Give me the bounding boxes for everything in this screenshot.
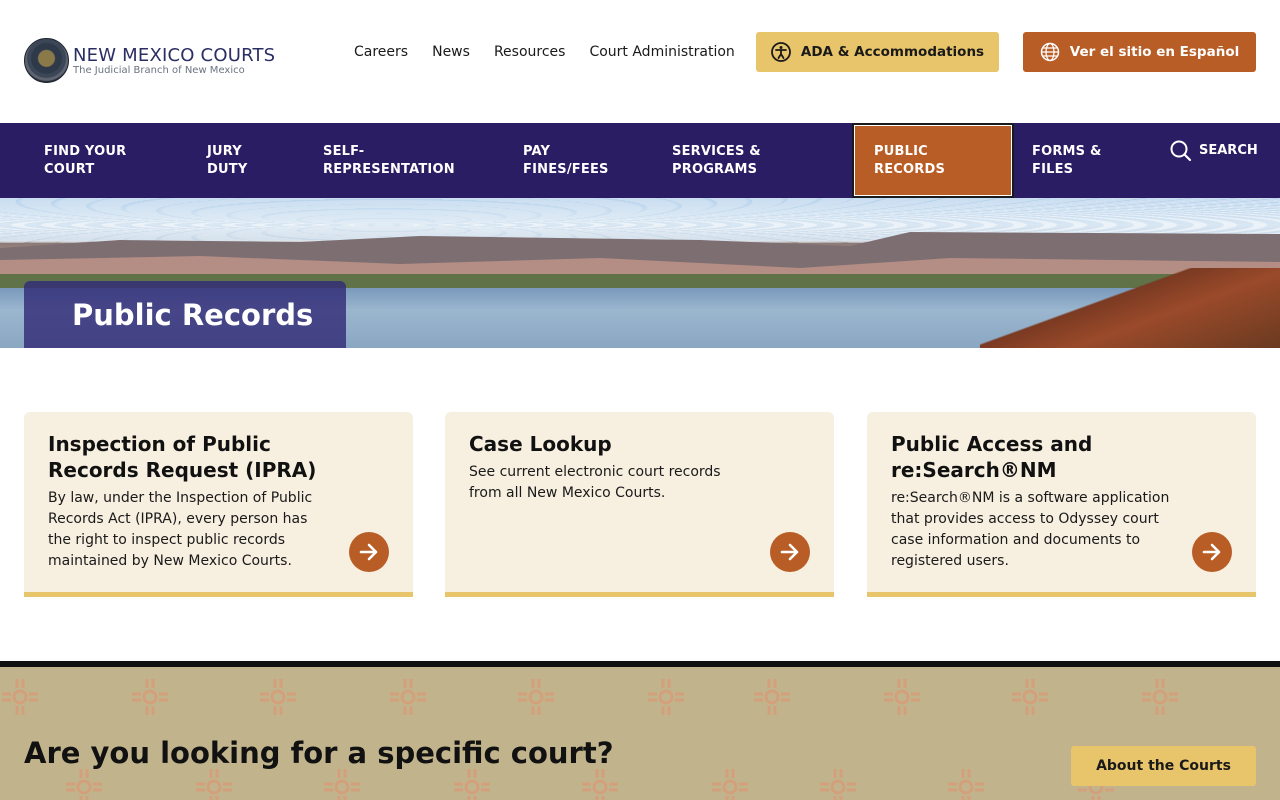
about-the-courts-button[interactable]: About the Courts — [1071, 746, 1256, 786]
nav-label-line2: DUTY — [207, 161, 248, 177]
card-description: By law, under the Inspection of Public R… — [48, 490, 313, 569]
card-title: Public Access and re:Search®NM — [891, 432, 1093, 482]
nav-label-line2: COURT — [44, 161, 95, 177]
card-title: Case Lookup — [469, 432, 612, 456]
nav-label-line1: PUBLIC — [874, 143, 928, 159]
search-label: SEARCH — [1199, 143, 1258, 158]
link-news[interactable]: News — [432, 43, 470, 61]
globe-icon — [1040, 42, 1060, 62]
spanish-site-button[interactable]: Ver el sitio en Español — [1023, 32, 1256, 72]
logo-subtitle: The Judicial Branch of New Mexico — [73, 64, 245, 76]
spanish-button-label: Ver el sitio en Español — [1069, 44, 1240, 60]
ada-button-label: ADA & Accommodations — [800, 44, 985, 60]
card-case-lookup[interactable]: Case Lookup See current electronic court… — [445, 412, 834, 597]
main-nav: FIND YOUR COURT JURY DUTY SELF- REPRESENTAT… — [0, 123, 1280, 198]
nav-jury-duty[interactable]: JURY DUTY — [207, 123, 247, 198]
link-court-administration[interactable]: Court Administration — [589, 43, 734, 61]
find-court-heading: Are you looking for a specific court? — [24, 736, 614, 770]
arrow-right-icon[interactable] — [349, 532, 389, 572]
hero-red-cliff — [980, 268, 1280, 348]
card-title: Inspection of Public Records Request (IP… — [48, 432, 317, 482]
court-seal-icon — [24, 38, 69, 83]
card-description: See current electronic court records fro… — [469, 464, 721, 501]
nav-search-button[interactable]: SEARCH — [1170, 123, 1258, 178]
nav-self-representation[interactable]: SELF- REPRESENTATION — [323, 123, 455, 198]
utility-links: Careers News Resources Court Administrat… — [354, 43, 759, 61]
ada-accommodations-button[interactable]: ADA & Accommodations — [756, 32, 999, 72]
link-resources[interactable]: Resources — [494, 43, 566, 61]
nav-label-line1: FORMS & — [1032, 143, 1102, 159]
arrow-right-icon[interactable] — [1192, 532, 1232, 572]
site-header: NEW MEXICO COURTS The Judicial Branch of… — [0, 0, 1280, 123]
nav-label-line2: FILES — [1032, 161, 1074, 177]
card-description: re:Search®NM is a software application t… — [891, 490, 1170, 569]
nav-label-line1: SERVICES & — [672, 143, 761, 159]
nav-pay-fines-fees[interactable]: PAY FINES/FEES — [523, 123, 609, 198]
nav-label-line2: RECORDS — [874, 161, 946, 177]
nav-forms-files[interactable]: FORMS & FILES — [1032, 123, 1102, 198]
logo-title: NEW MEXICO COURTS — [73, 44, 276, 66]
nav-label-line1: FIND YOUR — [44, 143, 127, 159]
nav-label-line2: PROGRAMS — [672, 161, 758, 177]
site-logo[interactable]: NEW MEXICO COURTS The Judicial Branch of… — [24, 38, 275, 83]
nav-find-your-court[interactable]: FIND YOUR COURT — [44, 123, 126, 198]
nav-services-programs[interactable]: SERVICES & PROGRAMS — [672, 123, 761, 198]
page-title: Public Records — [72, 298, 314, 332]
nav-label-line1: JURY — [207, 143, 242, 159]
find-court-band: Are you looking for a specific court? Ab… — [0, 661, 1280, 800]
card-public-access-research[interactable]: Public Access and re:Search®NM re:Search… — [867, 412, 1256, 597]
arrow-right-icon[interactable] — [770, 532, 810, 572]
link-careers[interactable]: Careers — [354, 43, 408, 61]
nav-label-line2: REPRESENTATION — [323, 161, 455, 177]
card-ipra[interactable]: Inspection of Public Records Request (IP… — [24, 412, 413, 597]
search-icon — [1170, 140, 1192, 161]
nav-label-line2: FINES/FEES — [523, 161, 609, 177]
nav-label-line1: PAY — [523, 143, 551, 159]
accessibility-icon — [771, 42, 791, 62]
nav-public-records[interactable]: PUBLIC RECORDS — [852, 123, 1014, 198]
hero-banner-image: Public Records — [0, 198, 1280, 348]
nav-label-line1: SELF- — [323, 143, 365, 159]
